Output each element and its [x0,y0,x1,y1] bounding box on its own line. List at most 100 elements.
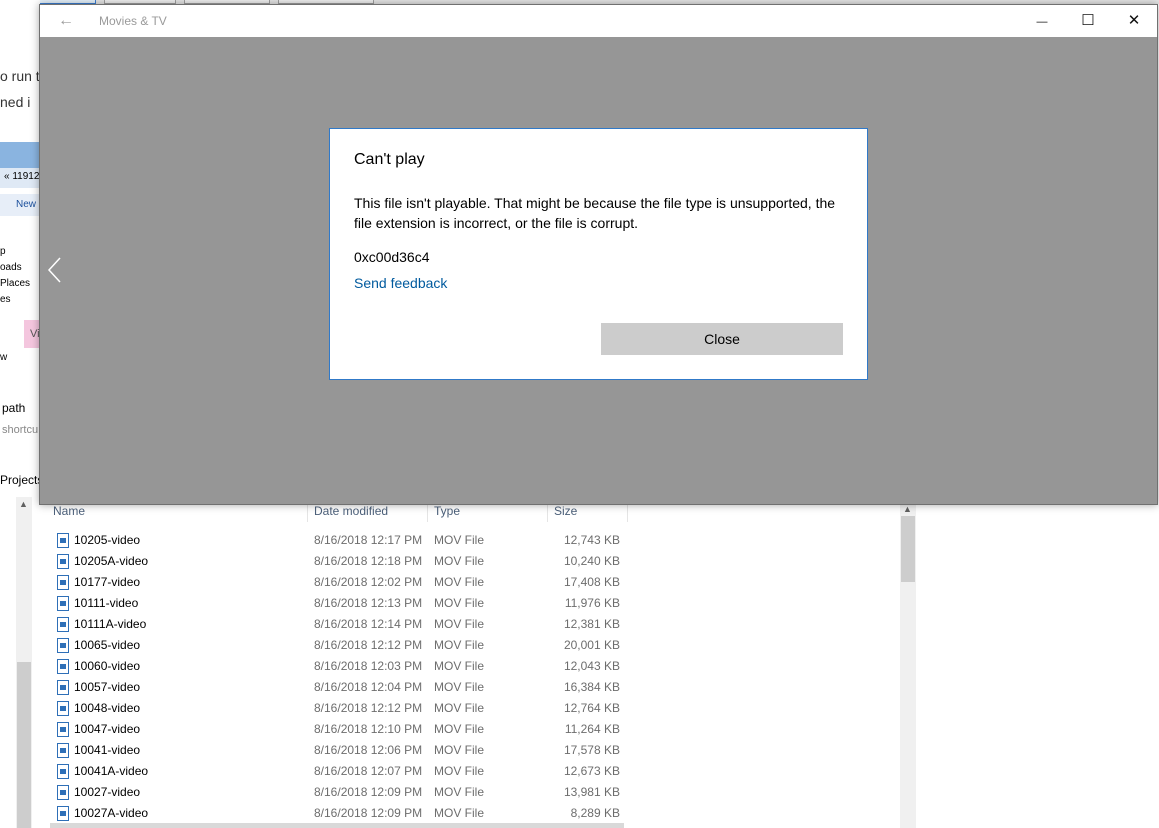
mov-file-icon [57,743,69,758]
file-date: 8/16/2018 12:18 PM [314,554,423,568]
file-date: 8/16/2018 12:06 PM [314,743,423,757]
breadcrumb[interactable]: « 11912 [4,171,39,182]
table-row[interactable]: 10205A-video 8/16/2018 12:18 PM MOV File 10… [50,551,630,572]
table-row[interactable]: 10177-video 8/16/2018 12:02 PM MOV File 17,… [50,572,630,593]
mov-file-icon [57,764,69,779]
file-date: 8/16/2018 12:04 PM [314,680,423,694]
file-size: 8,289 KB [570,806,620,820]
close-button[interactable]: Close [601,323,843,355]
file-type: MOV File [434,743,485,757]
table-row[interactable]: 10111-video 8/16/2018 12:13 PM MOV File 11,… [50,593,630,614]
error-code: 0xc00d36c4 [354,249,430,265]
file-date: 8/16/2018 12:17 PM [314,533,423,547]
file-type: MOV File [434,659,485,673]
previous-button[interactable] [46,255,66,285]
projects-label[interactable]: Projects [0,473,40,487]
mov-file-icon [57,554,69,569]
background-text: ned i [0,94,31,110]
nav-item[interactable]: oads [0,262,22,273]
file-name: 10111-video [74,596,139,610]
file-type: MOV File [434,596,485,610]
file-date: 8/16/2018 12:09 PM [314,785,423,799]
shortcut-label[interactable]: shortcu [2,424,38,436]
column-header-date[interactable]: Date modified [314,504,388,518]
file-date: 8/16/2018 12:14 PM [314,617,423,631]
table-row[interactable]: 10111A-video 8/16/2018 12:14 PM MOV File 12… [50,614,630,635]
column-header-name[interactable]: Name [53,504,85,518]
send-feedback-link[interactable]: Send feedback [354,275,447,291]
file-size: 12,381 KB [563,617,620,631]
copy-path-label[interactable]: path [2,401,25,415]
nav-item[interactable]: es [0,294,11,305]
file-type: MOV File [434,638,485,652]
file-name: 10060-video [74,659,141,673]
file-date: 8/16/2018 12:02 PM [314,575,423,589]
table-row[interactable]: 10057-video 8/16/2018 12:04 PM MOV File 16,… [50,677,630,698]
file-date: 8/16/2018 12:07 PM [314,764,423,778]
mov-file-icon [57,701,69,716]
back-arrow-icon: ← [58,12,74,29]
nav-item[interactable]: p [0,246,6,257]
file-name: 10027-video [74,785,141,799]
file-size: 11,264 KB [564,722,620,736]
file-size: 17,408 KB [563,575,620,589]
nav-item[interactable]: Places [0,278,30,289]
table-row[interactable]: 10065-video 8/16/2018 12:12 PM MOV File 20,… [50,635,630,656]
column-header-type[interactable]: Type [434,504,460,518]
file-size: 12,764 KB [563,701,620,715]
file-type: MOV File [434,617,485,631]
file-type: MOV File [434,722,485,736]
nav-pane-scrollbar[interactable]: ▲ [16,497,32,828]
table-row[interactable]: 10047-video 8/16/2018 12:10 PM MOV File 11,… [50,719,630,740]
title-bar[interactable]: ← Movies & TV — ☐ ✕ [40,5,1157,37]
table-row[interactable]: 10205-video 8/16/2018 12:17 PM MOV File 12,… [50,530,630,551]
close-icon: ✕ [1127,12,1141,29]
mov-file-icon [57,680,69,695]
mov-file-icon [57,659,69,674]
file-name: 10048-video [74,701,141,715]
close-window-button[interactable]: ✕ [1111,5,1157,37]
mov-file-icon [57,638,69,653]
new-button[interactable]: New [16,199,36,210]
scroll-up-icon[interactable]: ▲ [903,504,912,514]
file-type: MOV File [434,554,485,568]
file-date: 8/16/2018 12:13 PM [314,596,423,610]
window-title: Movies & TV [99,14,167,28]
minimize-button[interactable]: — [1019,5,1065,37]
file-size: 16,384 KB [563,680,620,694]
file-type: MOV File [434,575,485,589]
column-header-size[interactable]: Size [554,504,577,518]
background-toolbar: New [0,194,40,216]
file-date: 8/16/2018 12:10 PM [314,722,423,736]
background-text: w [0,352,8,363]
file-date: 8/16/2018 12:12 PM [314,638,423,652]
file-name: 10041-video [74,743,141,757]
file-name: 10177-video [74,575,141,589]
table-row[interactable]: 10041A-video 8/16/2018 12:07 PM MOV File 12… [50,761,630,782]
cant-play-dialog: Can't play This file isn't playable. Tha… [329,128,868,380]
table-row[interactable]: 10048-video 8/16/2018 12:12 PM MOV File 12,… [50,698,630,719]
minimize-icon: — [1036,16,1048,28]
mov-file-icon [57,617,69,632]
file-list-scrollbar[interactable]: ▲ [900,504,916,828]
scrollbar-thumb[interactable] [17,662,31,828]
maximize-icon: ☐ [1081,12,1095,29]
dialog-title: Can't play [354,151,425,168]
scroll-up-icon[interactable]: ▲ [19,499,28,509]
table-row[interactable]: 10060-video 8/16/2018 12:03 PM MOV File 12,… [50,656,630,677]
table-row[interactable]: 10027-video 8/16/2018 12:09 PM MOV File 13,… [50,782,630,803]
chevron-left-icon [47,257,61,283]
dialog-message: This file isn't playable. That might be … [354,195,836,231]
file-size: 11,976 KB [564,596,620,610]
table-row[interactable]: 10041-video 8/16/2018 12:06 PM MOV File 17,… [50,740,630,761]
table-row[interactable]: 10027A-video 8/16/2018 12:09 PM MOV File 8,… [50,803,630,824]
file-type: MOV File [434,533,485,547]
file-date: 8/16/2018 12:12 PM [314,701,423,715]
scrollbar-thumb[interactable] [901,516,915,582]
back-button[interactable]: ← [52,10,80,32]
selected-row[interactable] [50,823,624,828]
mov-file-icon [57,533,69,548]
mov-file-icon [57,806,69,821]
file-date: 8/16/2018 12:09 PM [314,806,423,820]
maximize-button[interactable]: ☐ [1065,5,1111,37]
